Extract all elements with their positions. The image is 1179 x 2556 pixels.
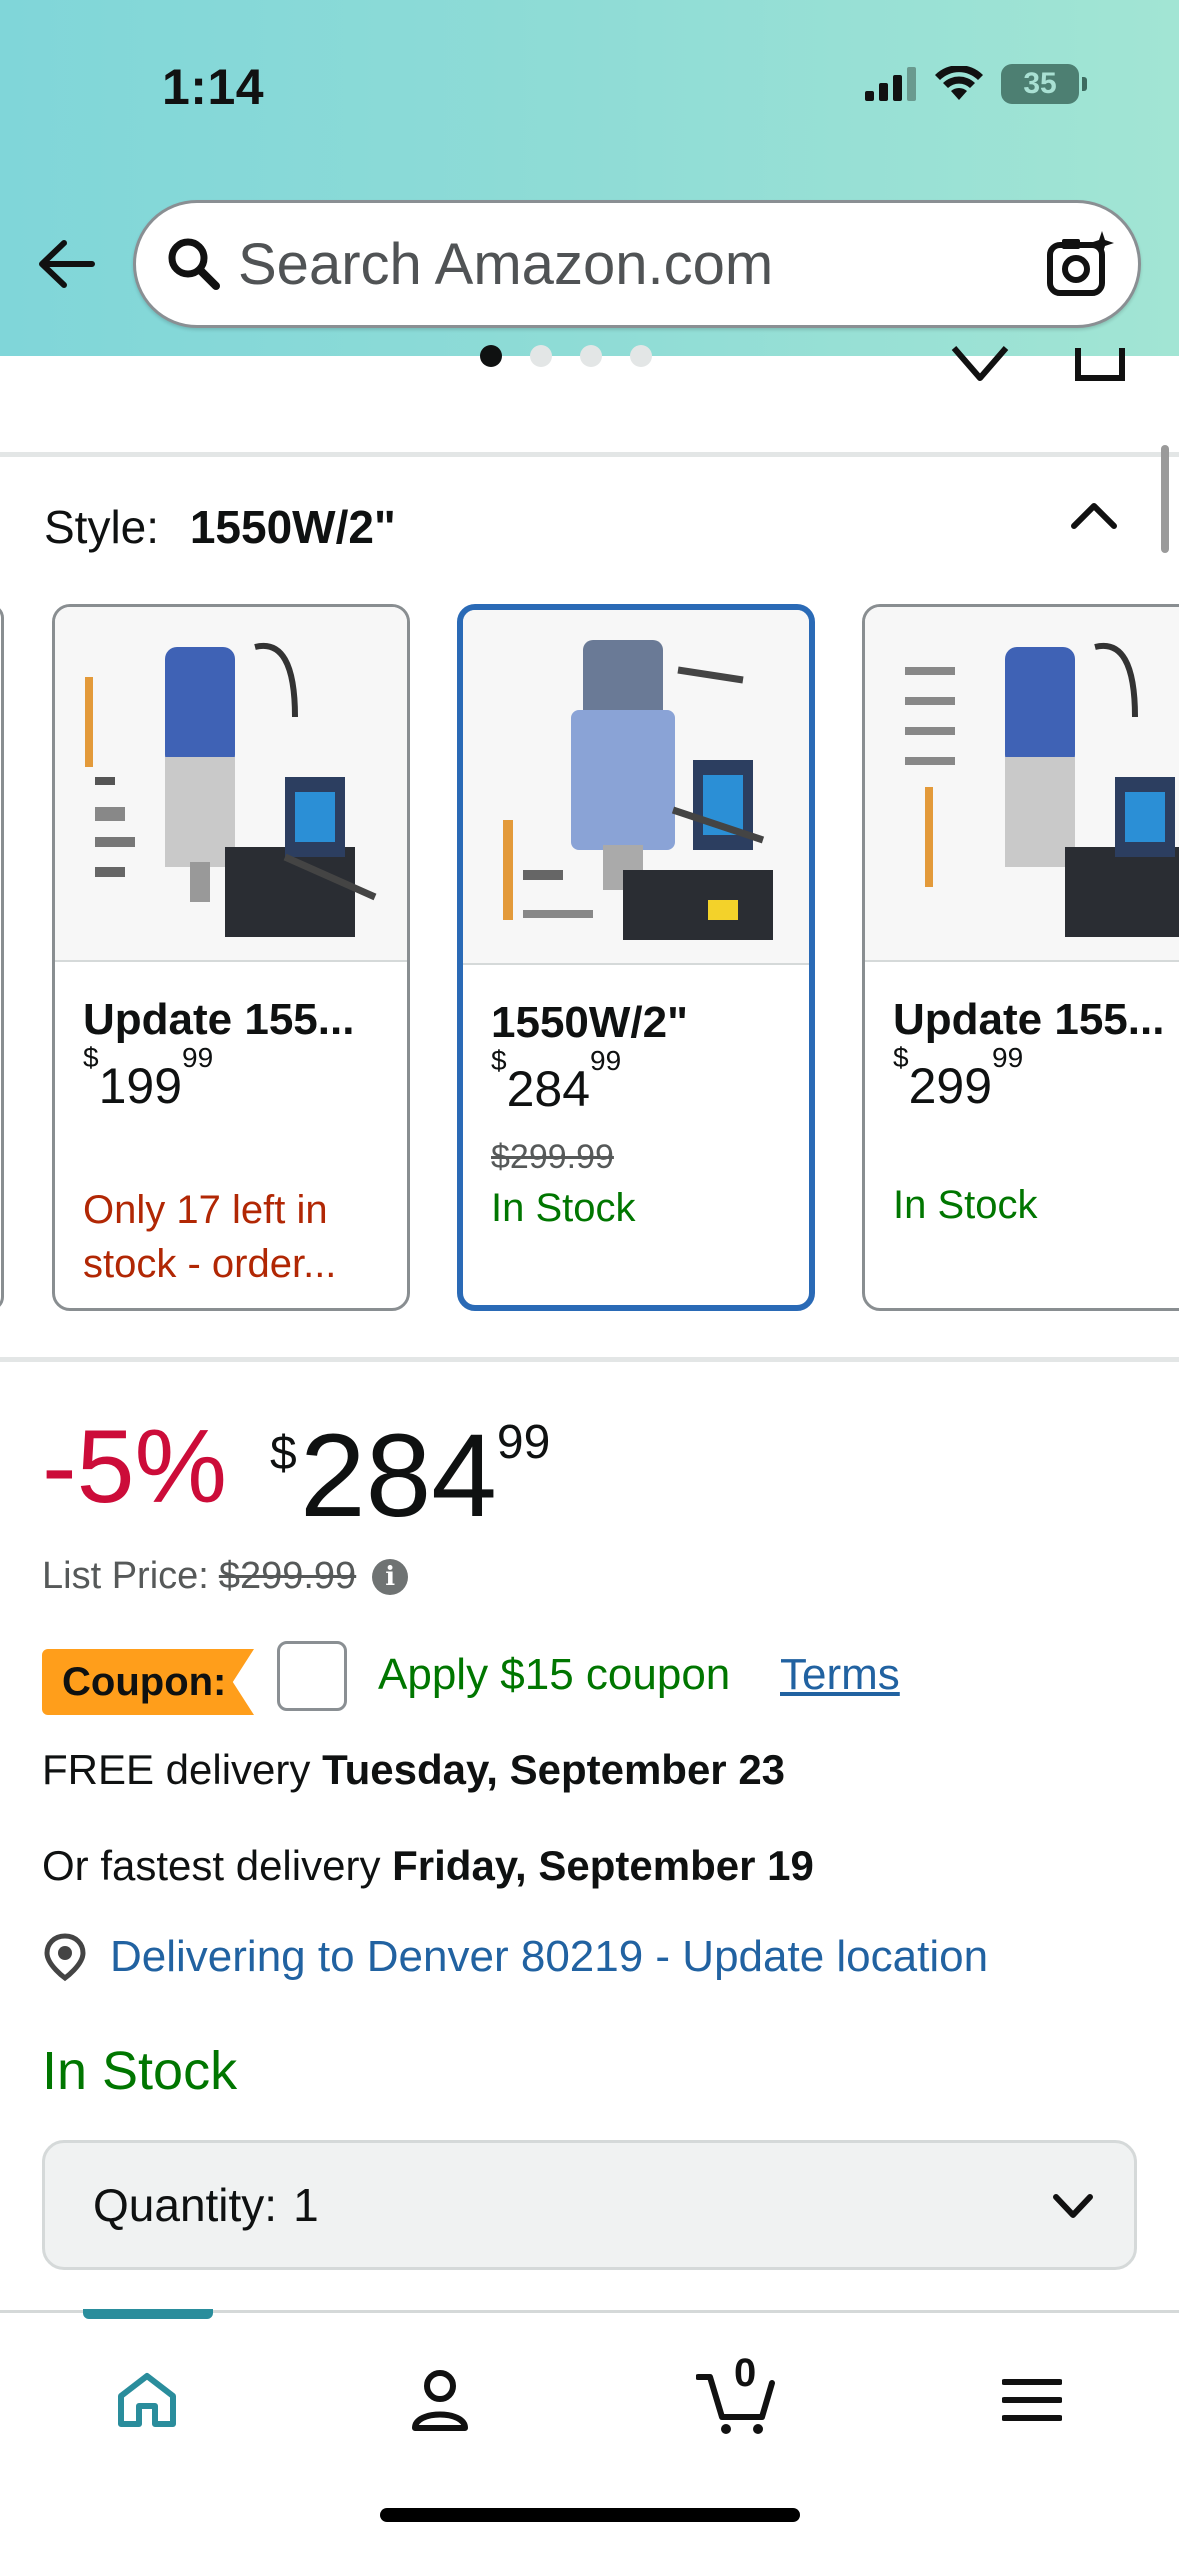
style-label: Style:	[44, 501, 160, 553]
variant-image	[55, 607, 407, 962]
coupon-text[interactable]: Apply $15 coupon	[378, 1650, 730, 1700]
info-icon[interactable]: i	[372, 1558, 409, 1595]
variant-price: $28499	[491, 1045, 622, 1117]
variant-availability: In Stock	[893, 1183, 1038, 1227]
free-delivery: FREE delivery Tuesday, September 23	[42, 1746, 785, 1794]
quantity-value: 1	[293, 2179, 319, 2231]
style-selector-header[interactable]: Style: 1550W/2"	[44, 500, 396, 554]
list-price: List Price: $299.99 i	[42, 1555, 409, 1598]
variant-availability: In Stock	[491, 1186, 636, 1230]
person-icon	[412, 2370, 468, 2431]
variant-card[interactable]: Update 155... $29999 In Stock	[862, 604, 1179, 1311]
list-price-value: $299.99	[218, 1555, 357, 1597]
price-currency: $	[270, 1427, 297, 1480]
carousel-dot	[580, 345, 602, 367]
delivery-location[interactable]: Delivering to Denver 80219 - Update loca…	[42, 1932, 988, 1982]
quantity-label: Quantity:	[93, 2179, 278, 2231]
nav-menu[interactable]	[982, 2355, 1082, 2445]
variant-card[interactable]: Update 155... $19999 Only 17 left in sto…	[52, 604, 410, 1311]
share-icon[interactable]	[1074, 344, 1126, 384]
cart-count: 0	[734, 2351, 757, 2395]
nav-cart[interactable]: 0	[688, 2351, 788, 2445]
fastest-delivery: Or fastest delivery Friday, September 19	[42, 1842, 814, 1890]
variant-image	[463, 610, 809, 965]
nav-active-indicator	[83, 2309, 213, 2319]
wishlist-heart-icon[interactable]	[950, 344, 1010, 384]
variant-card-selected[interactable]: 1550W/2" $28499 $299.99 In Stock	[457, 604, 815, 1311]
variant-name: Update 155...	[83, 995, 355, 1044]
variant-price: $29999	[893, 1042, 1024, 1114]
variant-card-partial[interactable]	[0, 604, 4, 1311]
search-bar[interactable]	[133, 200, 1141, 328]
list-price-label: List Price:	[42, 1555, 209, 1597]
chevron-up-icon[interactable]	[1064, 490, 1124, 540]
hamburger-menu-icon	[1002, 2379, 1062, 2421]
nav-home[interactable]	[97, 2355, 197, 2445]
back-arrow-icon	[39, 240, 95, 288]
home-icon	[118, 2373, 176, 2427]
location-pin-icon	[44, 1933, 86, 1982]
wifi-icon	[935, 66, 983, 100]
variant-name: 1550W/2"	[491, 998, 688, 1047]
variant-availability: Only 17 left in stock - order...	[83, 1188, 337, 1286]
signal-icon	[865, 67, 916, 101]
status-time: 1:14	[162, 59, 265, 115]
carousel-dot	[480, 345, 502, 367]
main-price: $28499	[270, 1408, 550, 1544]
fastest-delivery-date: Friday, September 19	[392, 1842, 814, 1889]
savings-percent: -5%	[42, 1409, 227, 1525]
battery-level: 35	[1023, 67, 1057, 100]
variant-name: Update 155...	[893, 995, 1165, 1044]
free-delivery-date: Tuesday, September 23	[322, 1746, 786, 1793]
variant-price: $19999	[83, 1042, 214, 1114]
coupon-badge: Coupon:	[42, 1649, 254, 1715]
search-icon	[162, 232, 226, 296]
section-divider	[0, 452, 1179, 457]
battery-icon: 35	[1001, 64, 1087, 104]
chevron-down-icon	[1053, 2194, 1093, 2218]
coupon-checkbox[interactable]	[277, 1641, 347, 1711]
nav-account[interactable]	[390, 2355, 490, 2445]
variant-image	[865, 607, 1179, 962]
availability-status: In Stock	[42, 2041, 238, 2101]
price-whole: 284	[300, 1410, 497, 1542]
quantity-dropdown[interactable]: Quantity: 1	[42, 2140, 1137, 2270]
search-input[interactable]	[238, 230, 998, 298]
free-delivery-label: FREE delivery	[42, 1746, 311, 1793]
camera-search-icon[interactable]	[1044, 231, 1114, 301]
carousel-dot	[630, 345, 652, 367]
status-icons: 35	[865, 64, 1087, 104]
coupon-terms-link[interactable]: Terms	[780, 1650, 900, 1700]
image-carousel-dots	[480, 345, 652, 367]
home-indicator[interactable]	[380, 2508, 800, 2522]
variant-list-price: $299.99	[491, 1138, 614, 1176]
scrollbar[interactable]	[1161, 445, 1169, 553]
back-button[interactable]	[34, 232, 98, 296]
fastest-delivery-label: Or fastest delivery	[42, 1842, 381, 1889]
section-divider	[0, 1357, 1179, 1362]
carousel-dot	[530, 345, 552, 367]
header: 1:14 35	[0, 0, 1179, 356]
delivery-location-text[interactable]: Delivering to Denver 80219 - Update loca…	[110, 1932, 988, 1982]
price-cents: 99	[496, 1416, 551, 1469]
style-selected-value: 1550W/2"	[189, 501, 396, 553]
